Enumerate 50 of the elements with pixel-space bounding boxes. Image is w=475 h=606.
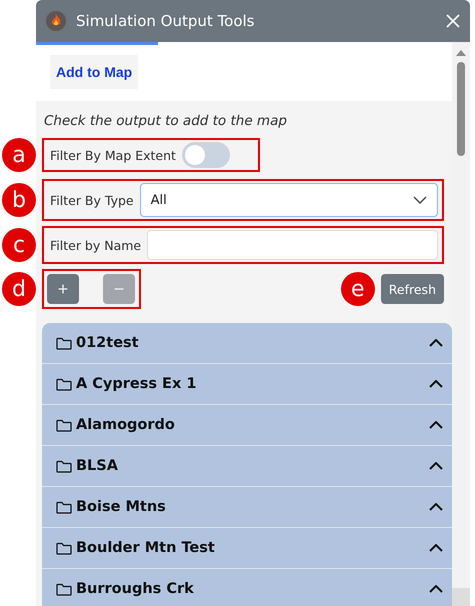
type-label: Filter By Type: [50, 192, 134, 208]
extent-label: Filter By Map Extent: [50, 148, 176, 162]
folder-icon: [56, 418, 72, 432]
folder-row[interactable]: Boulder Mtn Test: [42, 528, 452, 569]
type-select[interactable]: All: [140, 183, 438, 217]
folder-name: Boulder Mtn Test: [76, 540, 216, 556]
folder-name: A Cypress Ex 1: [76, 376, 198, 392]
folder-row[interactable]: 012test: [42, 323, 452, 364]
folder-name: 012test: [76, 335, 140, 351]
folder-icon: [56, 542, 72, 554]
refresh-button[interactable]: Refresh: [380, 274, 444, 304]
folder-icon: [56, 336, 72, 350]
chevron-icon: [413, 196, 427, 204]
arrow-up-icon: [456, 50, 466, 56]
callout-marker: a: [2, 138, 36, 172]
folder-row[interactable]: A Cypress Ex 1: [42, 364, 452, 405]
scroll-thumb[interactable]: [457, 62, 465, 156]
instruction-text: Check the output to add to the map: [44, 113, 288, 129]
folder-row[interactable]: BLSA: [42, 446, 452, 487]
callout-marker: c: [2, 228, 36, 262]
callout-marker: d: [2, 272, 36, 306]
callout-marker: e: [340, 272, 375, 306]
folder-name: Alamogordo: [76, 417, 176, 433]
folder-name: Boise Mtns: [76, 499, 167, 515]
caret-icon: [429, 585, 443, 593]
flame-icon: [46, 11, 66, 31]
window-title: Simulation Output Tools: [76, 12, 256, 30]
caret-icon: [429, 380, 443, 388]
folder-icon: [56, 378, 72, 390]
folder-icon: [56, 500, 72, 514]
scrollbar[interactable]: [452, 42, 470, 606]
folder-name: Burroughs Crk: [76, 581, 195, 597]
folder-row[interactable]: Burroughs Crk: [42, 569, 452, 606]
add-button[interactable]: +: [47, 274, 79, 304]
caret-icon: [429, 503, 443, 511]
caret-icon: [429, 421, 443, 429]
caret-icon: [429, 339, 443, 347]
name-label: Filter by Name: [50, 238, 142, 252]
folder-icon: [56, 460, 72, 472]
folder-icon: [56, 582, 72, 596]
caret-icon: [429, 544, 443, 552]
name-input[interactable]: [147, 230, 438, 260]
folder-name: BLSA: [76, 458, 119, 474]
extent-toggle[interactable]: [182, 142, 230, 168]
resize-handle[interactable]: [452, 588, 470, 606]
caret-icon: [429, 462, 443, 470]
folder-row[interactable]: Alamogordo: [42, 405, 452, 446]
folder-row[interactable]: Boise Mtns: [42, 487, 452, 528]
callout-marker: b: [2, 183, 36, 217]
close-button[interactable]: [444, 12, 462, 30]
